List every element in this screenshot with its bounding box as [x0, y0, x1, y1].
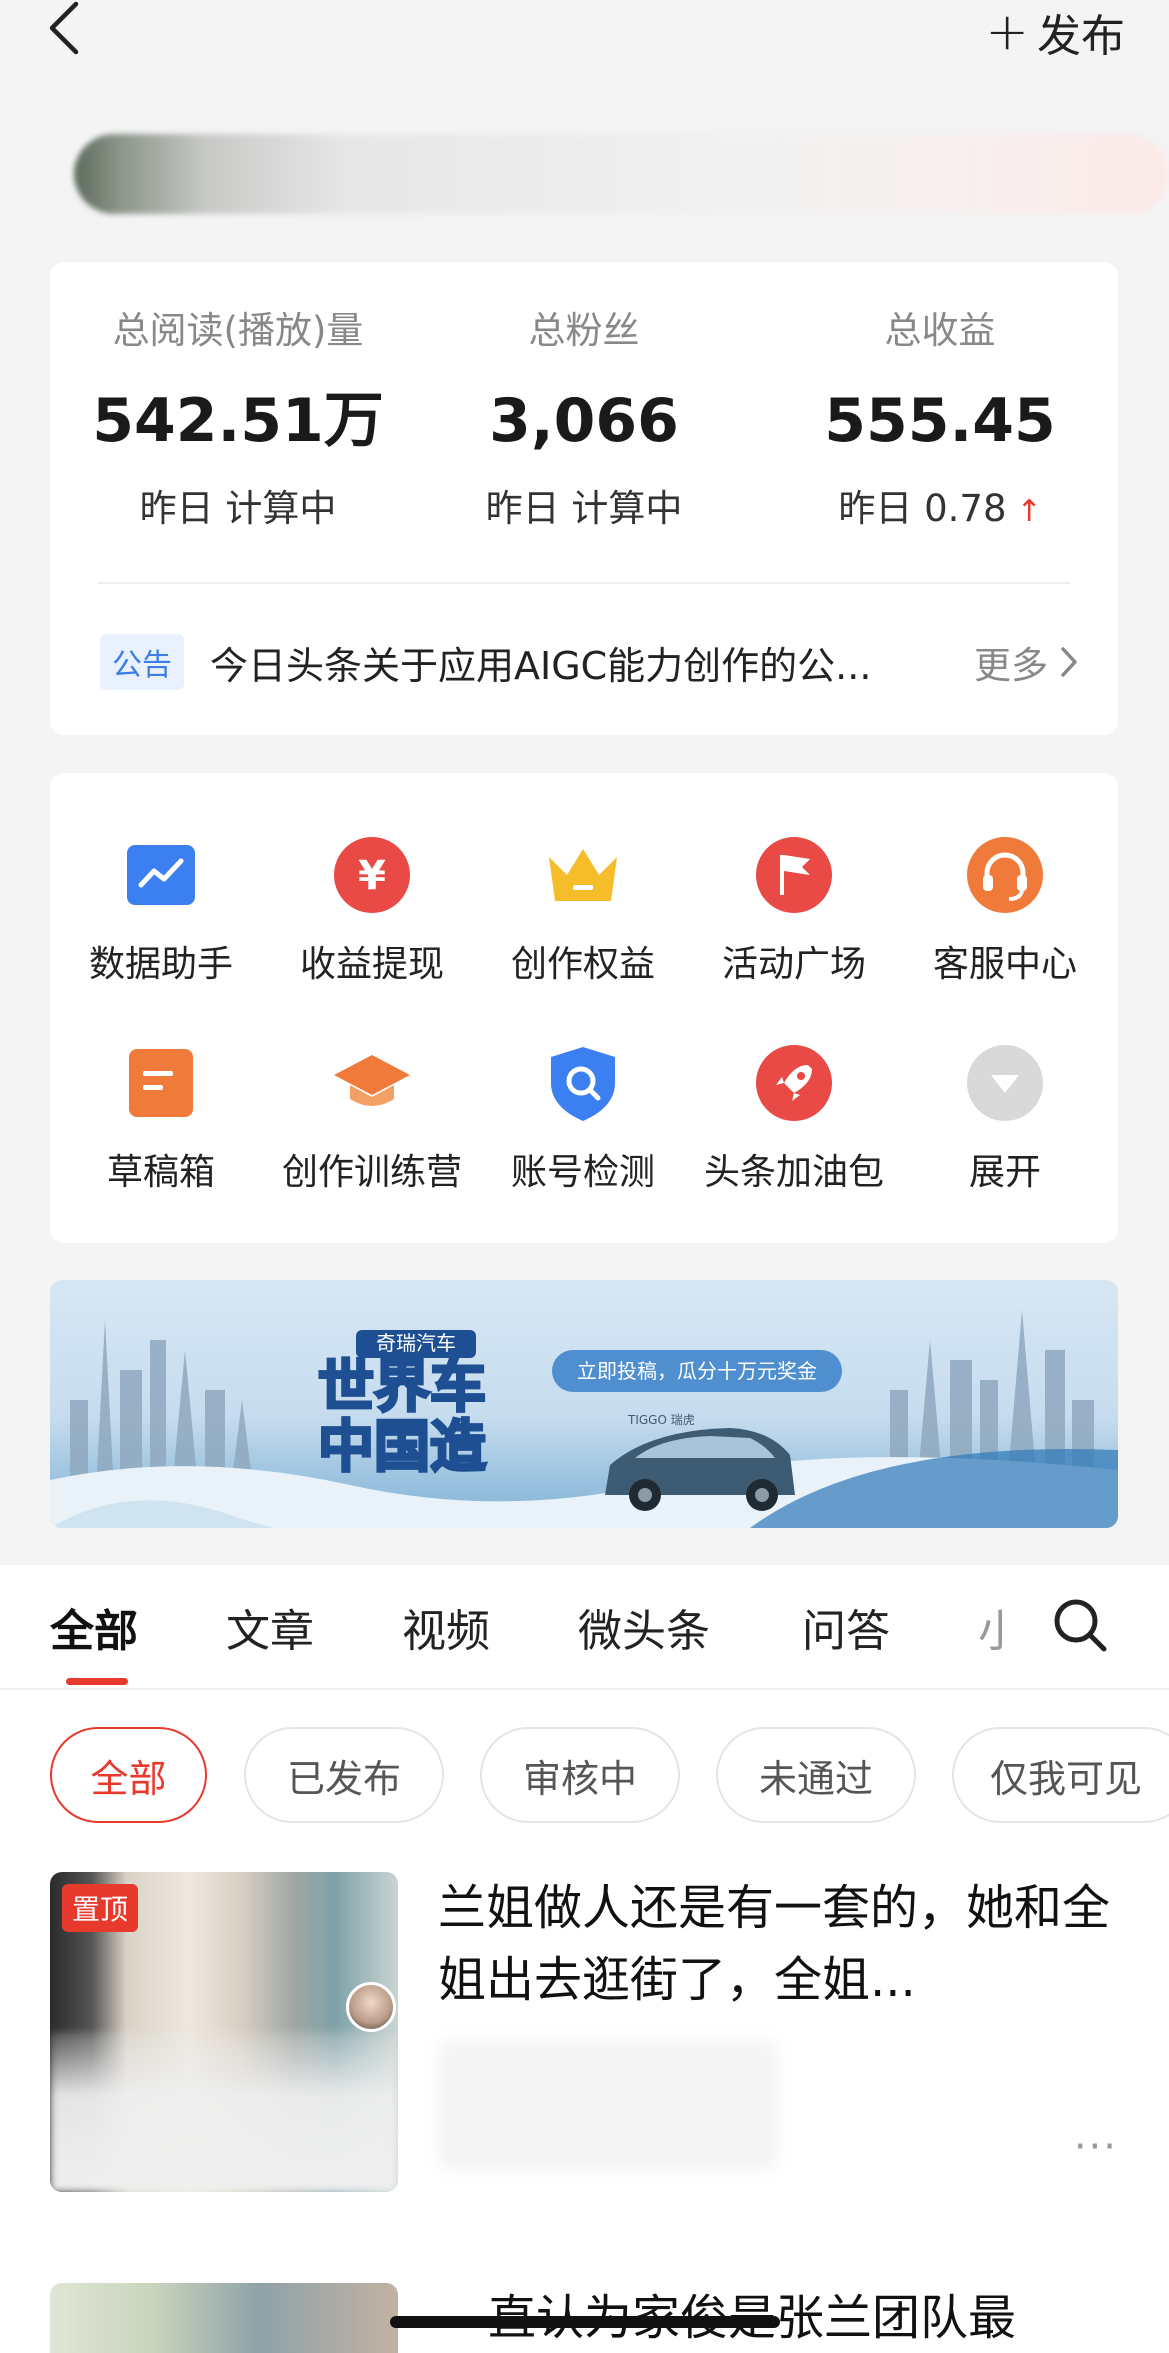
notice-badge: 公告 [100, 634, 184, 690]
notice-row[interactable]: 公告 今日头条关于应用AIGC能力创作的公... 更多 [100, 632, 1078, 692]
stat-total-income[interactable]: 总收益 555.45 昨日 0.78 ↑ [780, 306, 1100, 534]
tab-videos[interactable]: 视频 [402, 1595, 490, 1659]
stat-value: 542.51万 [92, 386, 384, 456]
tab-qa[interactable]: 问答 [802, 1595, 890, 1659]
tool-data-assistant[interactable]: 数据助手 [56, 835, 266, 987]
filter-rejected[interactable]: 未通过 [716, 1727, 916, 1823]
notice-more-label: 更多 [974, 644, 1048, 687]
tool-withdraw[interactable]: ¥ 收益提现 [267, 835, 477, 987]
shield-search-icon [551, 1047, 615, 1121]
svg-text:¥: ¥ [358, 853, 386, 899]
tool-label: 收益提现 [299, 944, 444, 985]
publish-button[interactable]: + 发布 [985, 2, 1125, 62]
tool-customer-service[interactable]: 客服中心 [900, 835, 1110, 987]
expand-icon [967, 1045, 1043, 1121]
tool-label: 活动广场 [721, 944, 866, 985]
trend-up-icon: ↑ [1016, 494, 1042, 529]
chevron-right-icon [1061, 647, 1077, 677]
tool-creator-benefits[interactable]: 创作权益 [478, 835, 688, 987]
notice-more-link[interactable]: 更多 [974, 635, 1078, 689]
pinned-badge: 置顶 [62, 1884, 139, 1932]
filter-published[interactable]: 已发布 [244, 1727, 444, 1823]
author-avatar [346, 1982, 396, 2032]
tool-label: 数据助手 [88, 944, 233, 985]
promo-banner[interactable]: 奇瑞汽车 世界车 中国造 立即投稿，瓜分十万元奖金 TIGGO 瑞虎 [50, 1280, 1118, 1528]
tool-label: 头条加油包 [703, 1152, 884, 1193]
article-title: 兰姐做人还是有一套的，她和全姐出去逛街了，全姐... [438, 1880, 1111, 2008]
publish-label: 发布 [1037, 11, 1125, 62]
article-thumbnail [50, 2283, 398, 2353]
banner-title-line1: 世界车 [318, 1355, 486, 1420]
tool-label: 创作权益 [510, 944, 655, 985]
banner-car-model: TIGGO 瑞虎 [627, 1413, 695, 1427]
banner-illustration: 奇瑞汽车 世界车 中国造 立即投稿，瓜分十万元奖金 TIGGO 瑞虎 [50, 1310, 1118, 1528]
stat-sub: 昨日 计算中 [139, 487, 337, 530]
rocket-icon [756, 1045, 832, 1121]
tool-label: 草稿箱 [106, 1152, 215, 1193]
tool-label: 创作训练营 [281, 1152, 462, 1193]
tool-expand[interactable]: 展开 [900, 1043, 1110, 1195]
filter-private[interactable]: 仅我可见 [952, 1727, 1169, 1823]
graduation-cap-icon [334, 1055, 410, 1106]
divider [98, 582, 1070, 584]
stat-label: 总粉丝 [528, 309, 640, 352]
stat-sub: 昨日 0.78 [838, 487, 1007, 530]
tab-articles[interactable]: 文章 [226, 1595, 314, 1659]
tool-drafts[interactable]: 草稿箱 [56, 1043, 266, 1195]
stat-sub-wrap: 昨日 0.78 ↑ [780, 484, 1100, 534]
filter-all[interactable]: 全部 [50, 1727, 207, 1823]
home-indicator [390, 2316, 780, 2328]
tool-boost-pack[interactable]: 头条加油包 [689, 1043, 899, 1195]
draft-icon [129, 1049, 193, 1117]
tab-all[interactable]: 全部 [50, 1595, 138, 1659]
search-button[interactable] [1050, 1595, 1110, 1655]
tab-truncated[interactable]: 小 [978, 1595, 1004, 1659]
article-meta-blurred [438, 2040, 778, 2170]
profile-row-blurred[interactable] [74, 134, 1169, 214]
stat-value: 555.45 [824, 386, 1056, 456]
banner-cta: 立即投稿，瓜分十万元奖金 [577, 1359, 817, 1383]
stat-total-reads[interactable]: 总阅读(播放)量 542.51万 昨日 计算中 [78, 306, 398, 534]
article-item[interactable]: 置顶 兰姐做人还是有一套的，她和全姐出去逛街了，全姐... ··· [50, 1872, 1118, 2192]
tool-label: 客服中心 [932, 944, 1077, 985]
tool-account-check[interactable]: 账号检测 [478, 1043, 688, 1195]
crown-icon [549, 849, 617, 901]
stat-value: 3,066 [489, 386, 679, 456]
plus-icon: + [985, 2, 1029, 62]
top-bar: + 发布 [0, 0, 1169, 70]
stat-total-fans[interactable]: 总粉丝 3,066 昨日 计算中 [424, 306, 744, 534]
thumbnail-blurred-area [50, 2032, 398, 2192]
filter-reviewing[interactable]: 审核中 [480, 1727, 680, 1823]
headset-icon [967, 837, 1043, 913]
tools-card: 数据助手 ¥ 收益提现 创作权益 活动广场 客服中心 草稿箱 创作训练营 账号检… [50, 773, 1118, 1243]
stat-label: 总阅读(播放)量 [112, 309, 364, 352]
tool-activity-plaza[interactable]: 活动广场 [689, 835, 899, 987]
tab-micro-posts[interactable]: 微头条 [578, 1595, 710, 1659]
tool-training-camp[interactable]: 创作训练营 [267, 1043, 477, 1195]
more-options-icon[interactable]: ··· [1074, 2124, 1118, 2170]
stats-card: 总阅读(播放)量 542.51万 昨日 计算中 总粉丝 3,066 昨日 计算中… [50, 262, 1118, 735]
flag-icon [756, 837, 832, 913]
stat-sub: 昨日 计算中 [485, 487, 683, 530]
search-icon [1054, 1599, 1107, 1652]
chart-icon [127, 845, 195, 905]
article-thumbnail: 置顶 [50, 1872, 398, 2192]
content-section: 全部 文章 视频 微头条 问答 小 全部 已发布 审核中 未通过 仅我可见 置顶… [0, 1565, 1169, 2353]
filter-chips: 全部 已发布 审核中 未通过 仅我可见 [0, 1727, 1169, 1827]
stat-label: 总收益 [884, 309, 996, 352]
tool-label: 展开 [968, 1152, 1041, 1193]
banner-brand: 奇瑞汽车 [376, 1331, 456, 1355]
tool-label: 账号检测 [510, 1152, 655, 1193]
banner-title-line2: 中国造 [318, 1415, 486, 1480]
active-tab-indicator [66, 1678, 128, 1685]
content-tabs: 全部 文章 视频 微头条 问答 小 [0, 1565, 1169, 1690]
back-arrow-icon [49, 1, 79, 55]
notice-text: 今日头条关于应用AIGC能力创作的公... [210, 643, 872, 688]
back-button[interactable] [44, 0, 94, 60]
yuan-icon: ¥ [334, 837, 410, 913]
